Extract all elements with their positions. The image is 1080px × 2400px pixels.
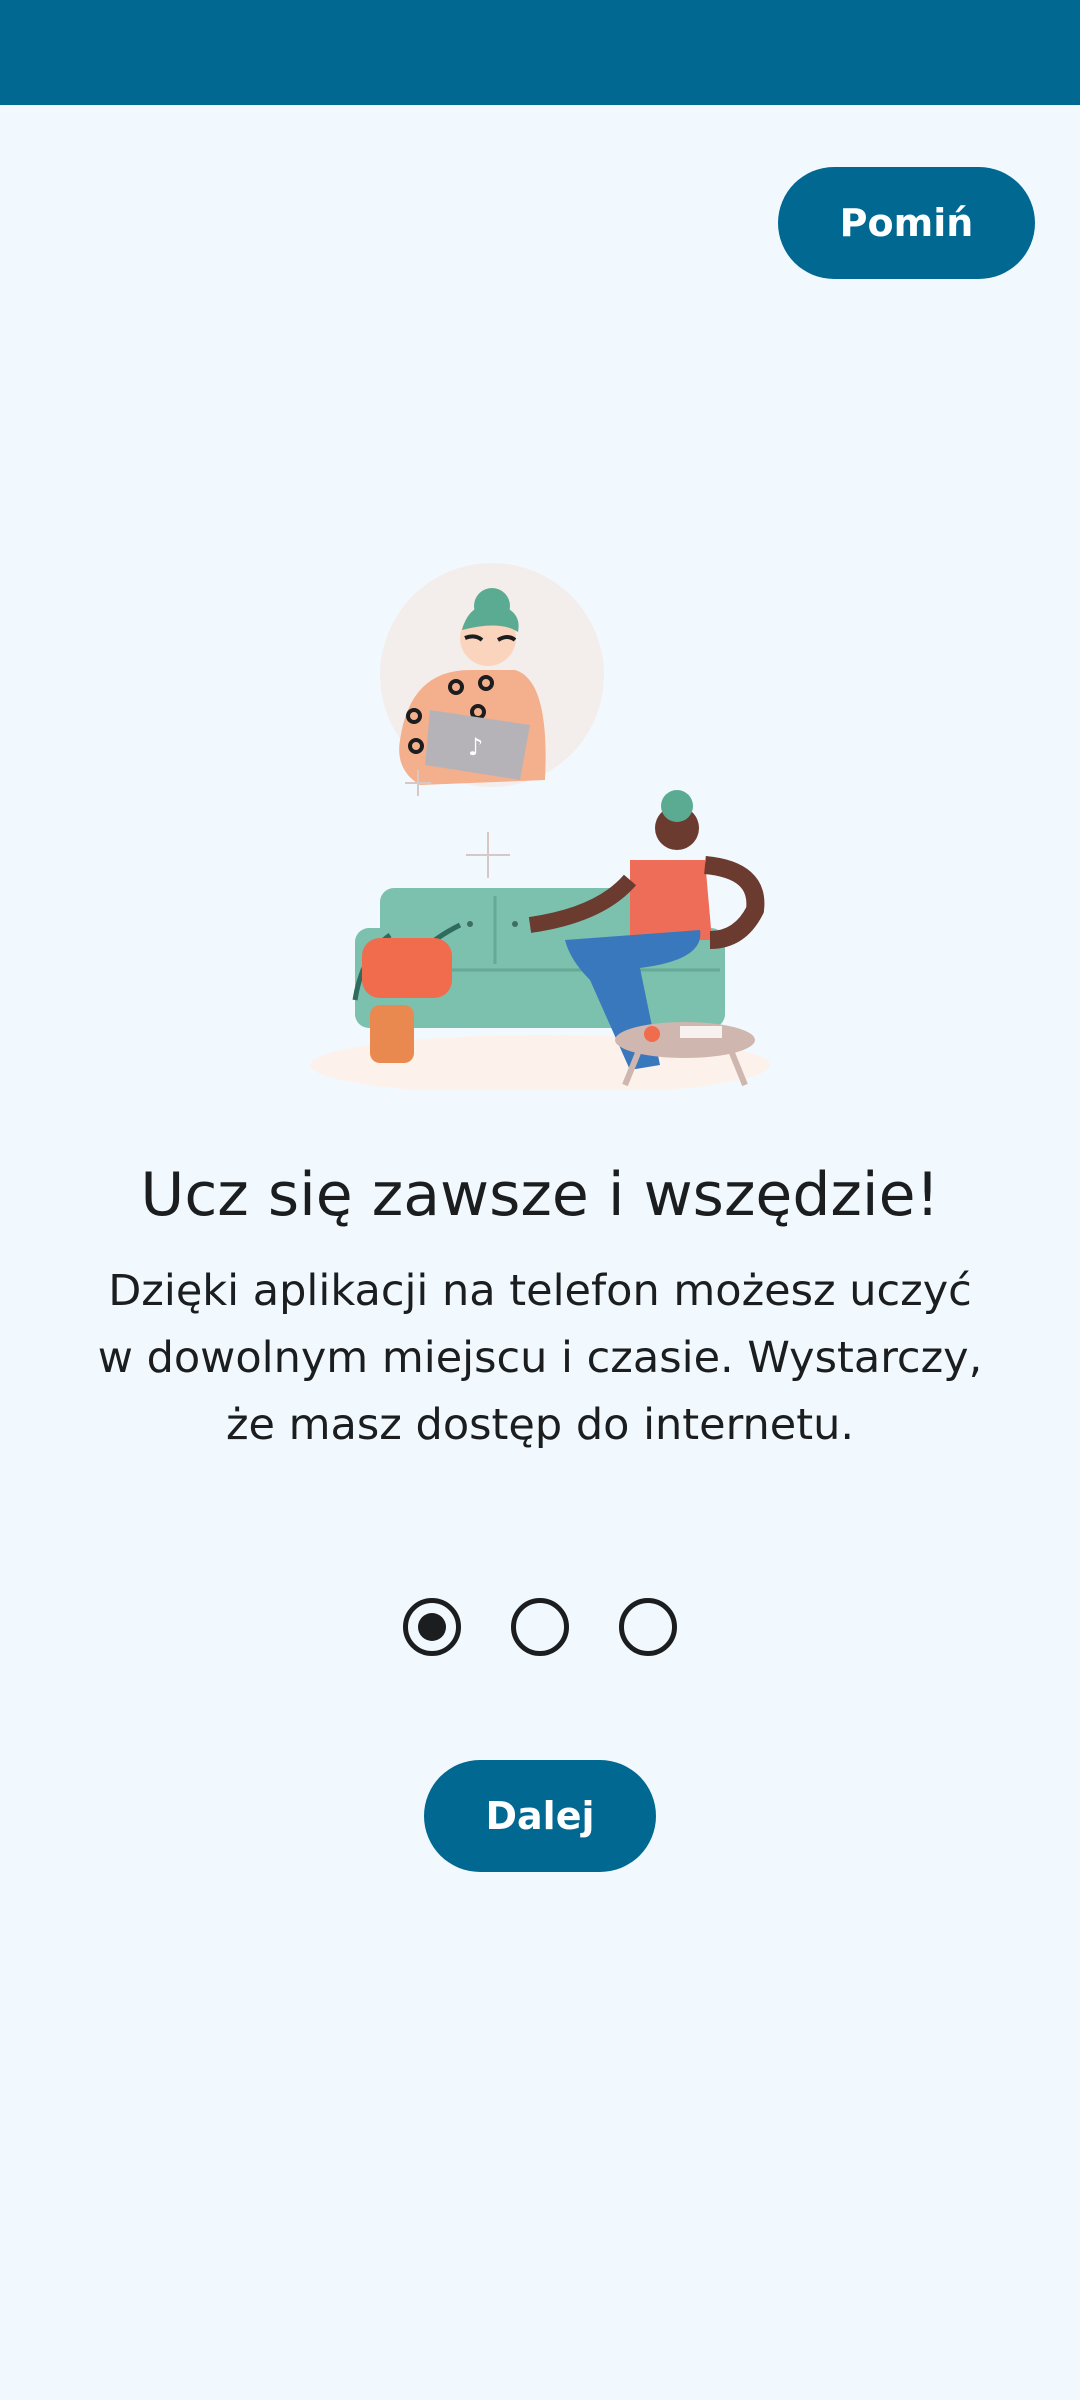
onboarding-illustration: ♪ <box>310 563 770 1090</box>
page-indicator-dot-3[interactable] <box>619 1598 677 1656</box>
onboarding-description: Dzięki aplikacji na telefon możesz uczyć… <box>97 1266 983 1450</box>
skip-button[interactable]: Pomiń <box>778 167 1035 279</box>
page-indicator-dot-2[interactable] <box>511 1598 569 1656</box>
next-button[interactable]: Dalej <box>424 1760 656 1872</box>
top-app-bar <box>0 0 1080 105</box>
svg-text:♪: ♪ <box>468 733 483 761</box>
page-indicator-dot-1[interactable] <box>403 1598 461 1656</box>
onboarding-title: Ucz się zawsze i wszędzie! <box>140 1160 940 1230</box>
page-indicator <box>0 1598 1080 1656</box>
